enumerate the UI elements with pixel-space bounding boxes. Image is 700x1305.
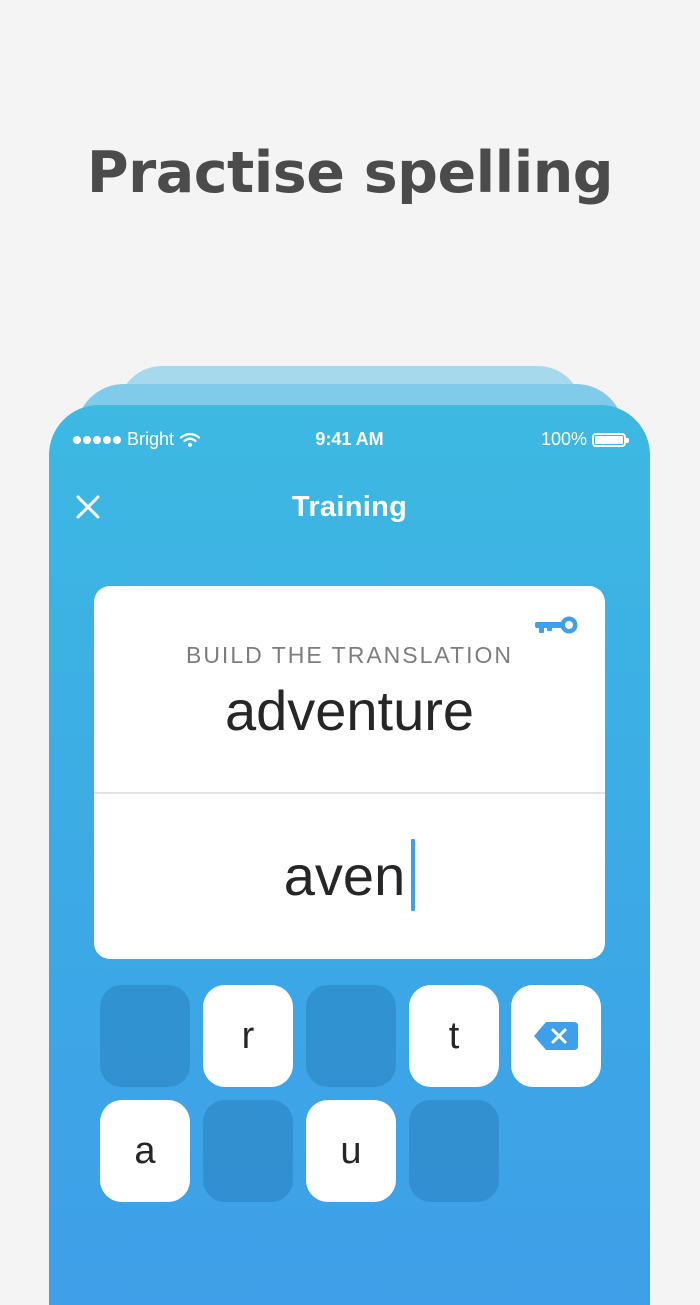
letter-key-used — [100, 985, 190, 1087]
letter-key-used — [203, 1100, 293, 1202]
letter-key-t[interactable]: t — [409, 985, 499, 1087]
letter-key-u[interactable]: u — [306, 1100, 396, 1202]
letter-key-r[interactable]: r — [203, 985, 293, 1087]
answer-field[interactable]: aven — [94, 839, 605, 911]
answer-text: aven — [283, 843, 406, 907]
status-bar: Bright 9:41 AM 100% — [49, 429, 650, 455]
phone-screen: Bright 9:41 AM 100% Training BUILD THE T… — [49, 405, 650, 1305]
card-divider — [94, 792, 605, 794]
backspace-button[interactable] — [511, 985, 601, 1087]
prompt-label: BUILD THE TRANSLATION — [185, 642, 513, 668]
page-headline: Practise spelling — [86, 140, 614, 206]
prompt-word: adventure — [224, 679, 475, 742]
nav-title: Training — [291, 491, 408, 523]
backspace-icon — [534, 1022, 578, 1050]
letter-key-used — [409, 1100, 499, 1202]
status-battery-group: 100% — [540, 429, 629, 450]
exercise-card: BUILD THE TRANSLATION adventure aven — [94, 586, 605, 959]
battery-percentage: 100% — [540, 429, 587, 449]
battery-icon — [592, 432, 629, 447]
letter-key-a[interactable]: a — [100, 1100, 190, 1202]
text-cursor — [411, 839, 416, 911]
letter-key-used — [306, 985, 396, 1087]
key-icon[interactable] — [533, 614, 581, 638]
